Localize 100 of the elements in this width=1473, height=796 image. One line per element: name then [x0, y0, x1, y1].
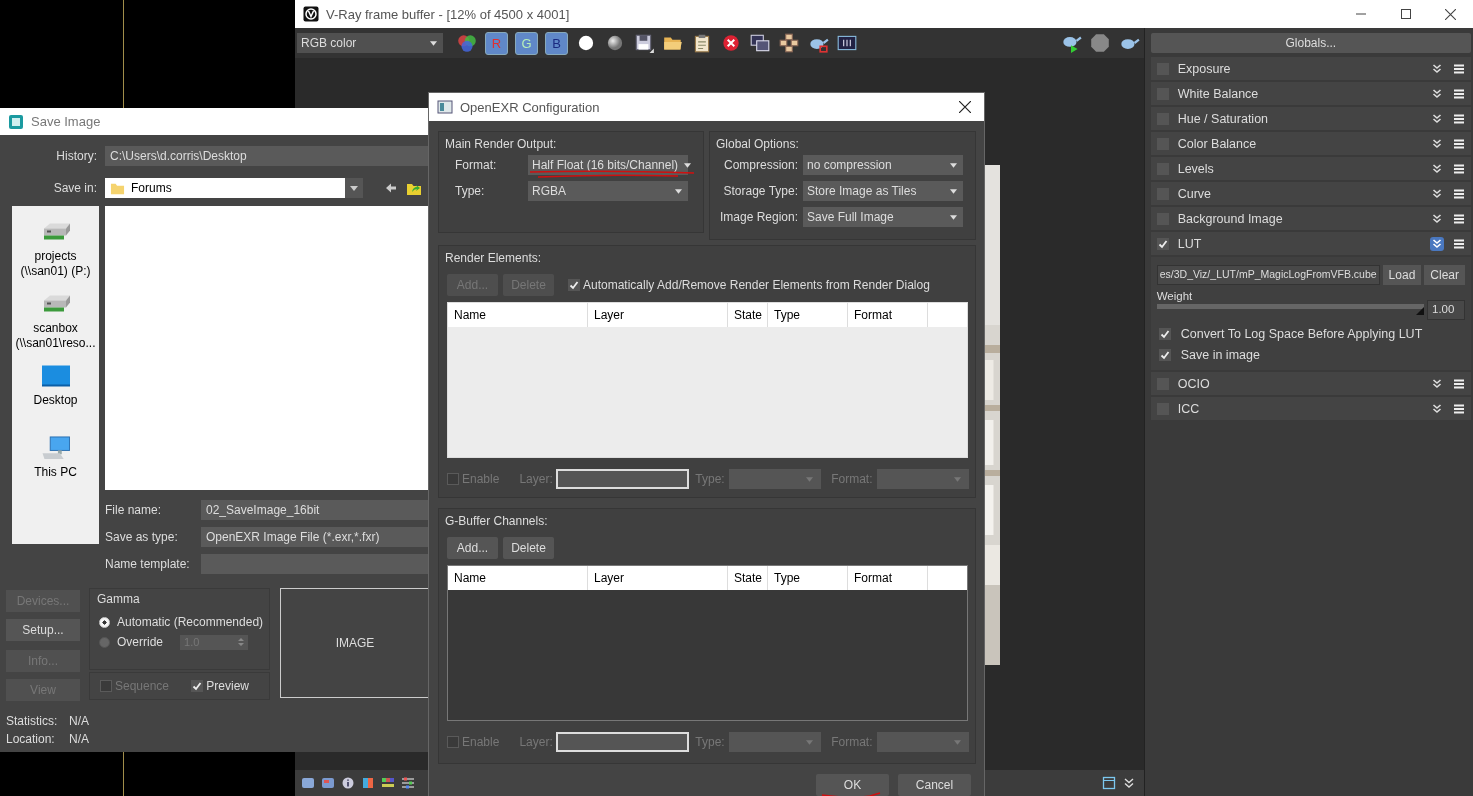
- window-title: OpenEXR Configuration: [460, 99, 600, 115]
- column-header[interactable]: Layer: [588, 303, 728, 327]
- column-header[interactable]: Name: [448, 303, 588, 327]
- dropdown[interactable]: no compression: [803, 155, 963, 175]
- checkbox[interactable]: [191, 680, 204, 692]
- checkbox[interactable]: [1158, 328, 1171, 340]
- column-header[interactable]: Layer: [588, 566, 728, 590]
- gradient-icon[interactable]: [361, 776, 375, 790]
- radio-button[interactable]: [99, 636, 110, 648]
- place-label: Desktop: [33, 393, 78, 408]
- color-channels-icon[interactable]: [456, 32, 478, 54]
- cross-circle-icon[interactable]: [720, 32, 742, 54]
- menu-icon[interactable]: [1453, 377, 1465, 390]
- window-icon[interactable]: [1101, 776, 1116, 790]
- save-icon[interactable]: [633, 32, 655, 54]
- window-icon[interactable]: [321, 776, 335, 790]
- checkbox[interactable]: [568, 279, 580, 291]
- sliders-icon[interactable]: [401, 776, 415, 790]
- caret-icon: [806, 476, 814, 482]
- info-value: N/A: [69, 714, 89, 728]
- column-header[interactable]: Name: [448, 566, 588, 590]
- column-header[interactable]: State: [728, 566, 768, 590]
- field-label: Type:: [454, 184, 486, 198]
- menu-icon[interactable]: [1453, 212, 1465, 225]
- globals-button[interactable]: Globals...: [1150, 33, 1471, 53]
- load-button[interactable]: Load: [1382, 265, 1422, 285]
- layer-row[interactable]: Background Image: [1150, 207, 1471, 230]
- info-value: N/A: [69, 732, 89, 746]
- menu-icon[interactable]: [1453, 62, 1465, 75]
- layer-label: Hue / Saturation: [1177, 111, 1269, 126]
- desktop-icon: [39, 364, 72, 389]
- place-item[interactable]: projects (\\san01) (P:): [12, 220, 99, 282]
- caret-icon: [950, 214, 957, 220]
- checkbox-label: Automatically Add/Remove Render Elements from Render Dialog: [583, 278, 930, 292]
- grid-icon[interactable]: [778, 32, 800, 54]
- color-bars-icon[interactable]: [381, 776, 395, 790]
- dropdown[interactable]: RGB color: [297, 33, 443, 53]
- column-header[interactable]: Format: [848, 303, 928, 327]
- window-icon[interactable]: [301, 776, 315, 790]
- path-field[interactable]: es/3D_Viz/_LUT/mP_MagicLogFromVFB.cube: [1156, 265, 1380, 285]
- caret-icon: [675, 188, 682, 194]
- dialog-button[interactable]: Cancel: [898, 774, 971, 796]
- layer-row[interactable]: Levels: [1150, 157, 1471, 180]
- field-label: Save in:: [52, 181, 97, 195]
- place-item[interactable]: scanbox (\\san01\reso...: [12, 292, 99, 354]
- layer-row[interactable]: White Balance: [1150, 82, 1471, 105]
- slider-thumb[interactable]: [1416, 307, 1424, 315]
- stop-icon[interactable]: [1088, 32, 1111, 54]
- radio-label: Automatic (Recommended): [117, 615, 264, 629]
- checkbox[interactable]: [1156, 237, 1169, 250]
- menu-icon[interactable]: [1453, 402, 1465, 415]
- info-icon[interactable]: [341, 776, 355, 790]
- dialog-button[interactable]: Delete: [503, 537, 554, 559]
- caret-icon: [950, 188, 957, 194]
- dropdown[interactable]: Store Image as Tiles: [803, 181, 963, 201]
- layer-row[interactable]: ICC: [1150, 397, 1471, 420]
- menu-icon[interactable]: [1453, 137, 1465, 150]
- layer-row[interactable]: OCIO: [1150, 372, 1471, 395]
- checkbox[interactable]: [1158, 349, 1171, 361]
- column-header[interactable]: Format: [848, 566, 928, 590]
- layer-row[interactable]: Color Balance: [1150, 132, 1471, 155]
- overlapping-windows-icon[interactable]: [749, 32, 771, 54]
- place-item[interactable]: Desktop: [12, 364, 99, 426]
- checkbox[interactable]: [447, 473, 459, 485]
- column-header[interactable]: State: [728, 303, 768, 327]
- folder-dropdown[interactable]: Forums: [105, 178, 363, 198]
- layer-row[interactable]: Hue / Saturation: [1150, 107, 1471, 130]
- checkbox[interactable]: [447, 736, 459, 748]
- menu-icon[interactable]: [1453, 162, 1465, 175]
- menu-icon[interactable]: [1453, 187, 1465, 200]
- menu-icon[interactable]: [1453, 87, 1465, 100]
- group-title: Gamma: [97, 592, 141, 606]
- layer-label: ICC: [1177, 401, 1200, 416]
- window-icon: [437, 99, 453, 115]
- column-header[interactable]: Type: [768, 566, 848, 590]
- slider[interactable]: [1156, 304, 1424, 316]
- expand-icon[interactable]: [1430, 236, 1444, 251]
- layer-row[interactable]: Exposure: [1150, 57, 1471, 80]
- info-label: Location:: [6, 732, 56, 746]
- layer-label: Curve: [1177, 186, 1212, 201]
- option-label: Convert To Log Space Before Applying LUT: [1180, 327, 1423, 341]
- field-label: Compression:: [722, 158, 798, 172]
- dialog-button[interactable]: Add...: [447, 537, 498, 559]
- column-header[interactable]: Type: [768, 303, 848, 327]
- menu-icon[interactable]: [1453, 237, 1465, 250]
- layer-row[interactable]: Curve: [1150, 182, 1471, 205]
- dropdown[interactable]: RGBA: [528, 181, 688, 201]
- weight-field[interactable]: 1.00: [1427, 300, 1465, 320]
- dialog-button[interactable]: OK: [816, 774, 889, 796]
- layer-field[interactable]: [555, 732, 690, 752]
- place-item[interactable]: This PC: [12, 436, 99, 498]
- dropdown[interactable]: Save Full Image: [803, 207, 963, 227]
- option-label: Save in image: [1180, 348, 1260, 362]
- dropdown[interactable]: Half Float (16 bits/Channel): [528, 155, 688, 175]
- layer-field[interactable]: [555, 469, 690, 489]
- layer-row[interactable]: LUT: [1150, 232, 1471, 255]
- clear-button[interactable]: Clear: [1424, 265, 1465, 285]
- dialog-button[interactable]: Setup...: [6, 619, 80, 641]
- radio-label: Override: [117, 635, 163, 649]
- menu-icon[interactable]: [1453, 112, 1465, 125]
